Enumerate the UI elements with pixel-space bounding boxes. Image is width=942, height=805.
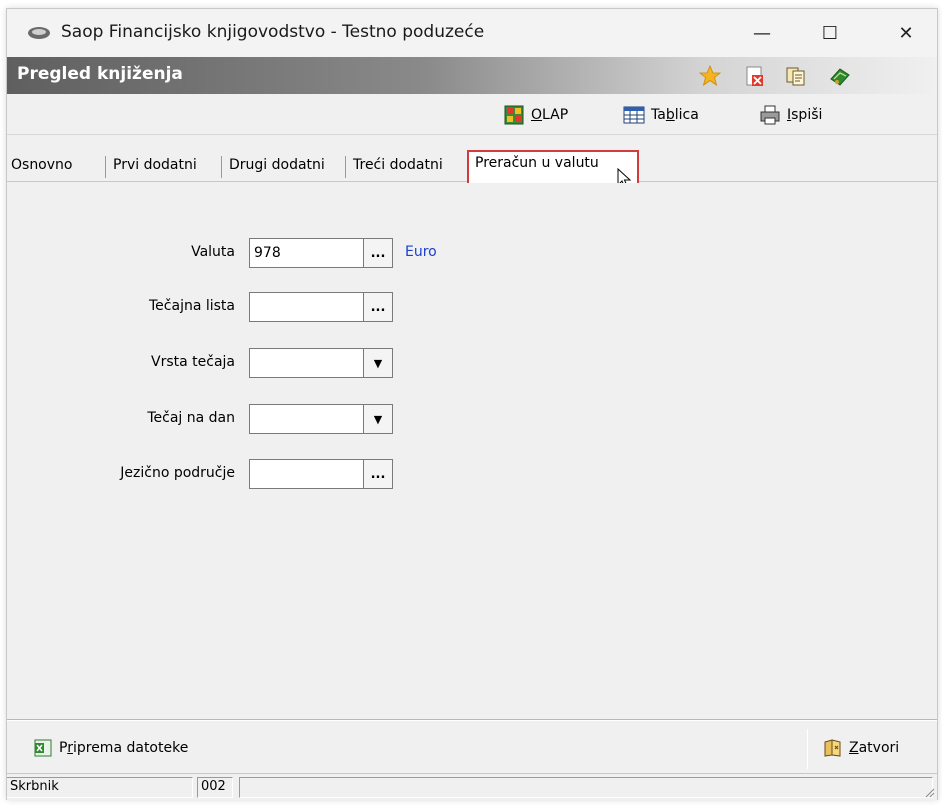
olap-button[interactable]: OLAP xyxy=(503,103,568,127)
close-window-button[interactable]: ✕ xyxy=(883,17,929,49)
ispisi-label: Ispiši xyxy=(787,107,823,123)
priprema-label: Priprema datoteke xyxy=(59,740,189,756)
tab-strip: Osnovno Prvi dodatni Drugi dodatni Treći… xyxy=(7,150,937,184)
valuta-label: Valuta xyxy=(191,244,235,260)
olap-label: OLAP xyxy=(531,107,569,123)
maximize-button[interactable]: ☐ xyxy=(807,17,853,49)
zatvori-button[interactable]: Zatvori xyxy=(823,738,899,758)
title-bar: Saop Financijsko knjigovodstvo - Testno … xyxy=(7,9,937,57)
resize-grip-icon[interactable] xyxy=(923,786,935,798)
document-remove-icon[interactable] xyxy=(744,65,766,87)
close-book-icon xyxy=(824,739,841,757)
excel-icon xyxy=(34,739,52,757)
bottom-divider-vertical xyxy=(807,729,808,769)
tecajna-lista-row: Tečajna lista ... xyxy=(7,292,607,322)
valuta-browse-button[interactable]: ... xyxy=(363,238,393,268)
status-bar: Skrbnik 002 xyxy=(7,773,937,800)
vrsta-tecaja-dropdown-button[interactable]: ▼ xyxy=(363,348,393,378)
tab-preracun-u-valutu[interactable]: Preračun u valutu xyxy=(467,150,639,184)
status-user: Skrbnik xyxy=(7,777,193,798)
pages-icon[interactable] xyxy=(785,65,807,87)
toolbar: OLAP Tablica Ispiši xyxy=(7,95,937,135)
tab-prvi-dodatni[interactable]: Prvi dodatni xyxy=(113,154,197,180)
tecaj-na-dan-row: Tečaj na dan ▼ xyxy=(7,404,607,434)
valuta-row: Valuta 978 ... Euro xyxy=(7,238,607,268)
tab-divider xyxy=(221,156,222,178)
bottom-action-bar: Priprema datoteke Zatvori xyxy=(7,721,937,773)
olap-cube-icon xyxy=(504,105,524,125)
minimize-button[interactable]: — xyxy=(739,17,785,49)
tab-divider xyxy=(345,156,346,178)
page-title: Pregled knjiženja xyxy=(17,64,183,84)
tab-drugi-dodatni[interactable]: Drugi dodatni xyxy=(229,154,325,180)
header-bar: Pregled knjiženja xyxy=(7,57,937,94)
tab-treci-dodatni[interactable]: Treći dodatni xyxy=(353,154,443,180)
app-logo-icon xyxy=(28,27,50,39)
tecajna-lista-label: Tečajna lista xyxy=(149,298,235,314)
status-code: 002 xyxy=(197,777,233,798)
vrsta-tecaja-row: Vrsta tečaja ▼ xyxy=(7,348,607,378)
vrsta-tecaja-label: Vrsta tečaja xyxy=(151,354,235,370)
tablica-button[interactable]: Tablica xyxy=(623,103,699,127)
zatvori-label: Zatvori xyxy=(849,740,900,756)
jezicno-podrucje-row: Jezično područje ... xyxy=(7,459,607,489)
book-icon[interactable] xyxy=(829,65,851,87)
valuta-description: Euro xyxy=(405,244,437,260)
table-icon xyxy=(623,106,645,124)
form-area: Valuta 978 ... Euro Tečajna lista ... Vr… xyxy=(7,183,937,719)
jezicno-podrucje-browse-button[interactable]: ... xyxy=(363,459,393,489)
tecaj-na-dan-label: Tečaj na dan xyxy=(147,410,235,426)
ispisi-button[interactable]: Ispiši xyxy=(759,103,822,127)
status-extra xyxy=(239,777,933,798)
tab-divider xyxy=(105,156,106,178)
tab-osnovno[interactable]: Osnovno xyxy=(11,154,72,180)
jezicno-podrucje-label: Jezično područje xyxy=(120,465,235,481)
window-title: Saop Financijsko knjigovodstvo - Testno … xyxy=(61,22,485,42)
tablica-label: Tablica xyxy=(651,107,699,123)
tecajna-lista-browse-button[interactable]: ... xyxy=(363,292,393,322)
star-icon[interactable] xyxy=(699,65,721,87)
priprema-datoteke-button[interactable]: Priprema datoteke xyxy=(33,738,188,758)
app-window: Saop Financijsko knjigovodstvo - Testno … xyxy=(6,8,938,800)
printer-icon xyxy=(760,105,780,125)
tecaj-na-dan-dropdown-button[interactable]: ▼ xyxy=(363,404,393,434)
